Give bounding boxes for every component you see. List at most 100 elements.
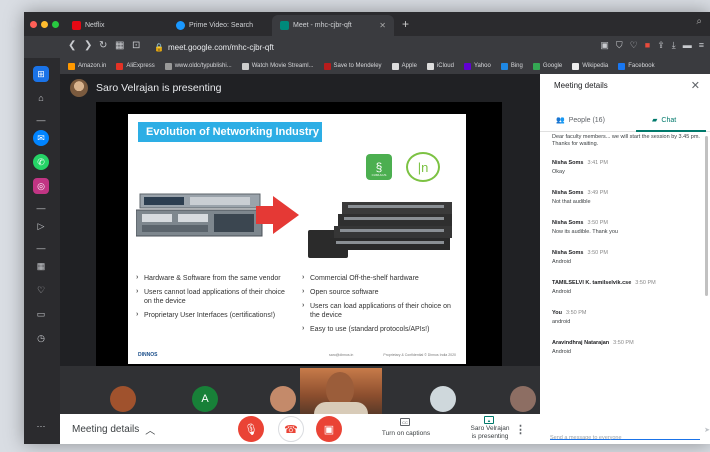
- participant-avatar[interactable]: [430, 386, 456, 412]
- mic-off-button[interactable]: 🎙: [238, 416, 264, 442]
- whatsapp-icon[interactable]: ✆: [33, 154, 49, 170]
- forward-icon[interactable]: ❯: [84, 40, 92, 51]
- new-tab-button[interactable]: +: [402, 17, 409, 31]
- divider-line-2: —: [36, 203, 46, 213]
- menu-icon[interactable]: ≡: [699, 40, 704, 51]
- bookmark-item[interactable]: Save to Mendeley: [323, 62, 382, 70]
- message-time: 3:41 PM: [587, 160, 608, 166]
- battery-icon[interactable]: ▬: [683, 40, 692, 51]
- message-sender: Aravindhraj Natarajan: [552, 340, 610, 346]
- present-icon[interactable]: ▲: [484, 416, 494, 424]
- list-item: Commercial Off-the-shelf hardware: [302, 273, 462, 283]
- camera-off-button[interactable]: ▣: [316, 416, 342, 442]
- message-time: 3:49 PM: [587, 190, 608, 196]
- heart-icon[interactable]: ♡: [630, 40, 638, 51]
- search-tabs-icon[interactable]: ⌕: [696, 16, 702, 27]
- meeting-details-button[interactable]: Meeting details ︿: [72, 422, 155, 437]
- maximize-window-dot[interactable]: [52, 21, 59, 28]
- extensions-grid-icon[interactable]: ▦: [33, 258, 49, 274]
- chat-message: Aravindhraj Natarajan 3:50 PM Android: [552, 340, 702, 356]
- snapshot-icon[interactable]: ⊡: [132, 40, 140, 51]
- message-time: 3:50 PM: [565, 310, 587, 316]
- reload-icon[interactable]: ↻: [99, 40, 107, 51]
- bookmarks-heart-icon[interactable]: ♡: [33, 282, 49, 298]
- message-time: 3:50 PM: [587, 220, 608, 226]
- browser-window: Netflix Prime Video: Search Meet - mhc-c…: [24, 12, 710, 444]
- download-icon[interactable]: ⤓: [672, 40, 676, 51]
- captions-button[interactable]: Turn on captions: [376, 430, 436, 438]
- bookmark-item[interactable]: Wikipedia: [572, 62, 608, 70]
- participant-strip: A: [60, 366, 540, 414]
- bookmark-item[interactable]: Yahoo: [463, 62, 491, 70]
- chat-icon: ▰: [652, 117, 658, 124]
- message-sender: Nisha Soms: [552, 250, 584, 256]
- pinboard-icon[interactable]: ▭: [33, 306, 49, 322]
- bookmark-icon: [426, 62, 434, 70]
- dinnos-logo: DINNOS: [138, 352, 158, 358]
- meeting-controls-bar: Meeting details ︿ 🎙 ☎ ▣ CC Turn on capti…: [60, 414, 540, 444]
- bookmark-item[interactable]: Apple: [391, 62, 417, 70]
- more-icon[interactable]: ⋯: [33, 418, 49, 434]
- share-icon[interactable]: ⇪: [657, 40, 665, 51]
- send-icon[interactable]: ➤: [704, 426, 710, 434]
- close-tab-icon[interactable]: ✕: [379, 21, 386, 30]
- captions-icon[interactable]: CC: [400, 418, 410, 426]
- flow-icon[interactable]: ▷: [33, 218, 49, 234]
- tab-prime-video[interactable]: Prime Video: Search: [168, 15, 270, 36]
- tab-meet[interactable]: Meet - mhc-cjbr-qft ✕: [272, 15, 394, 36]
- tab-label: Netflix: [85, 22, 105, 29]
- history-icon[interactable]: ◷: [33, 330, 49, 346]
- avatar: [70, 79, 88, 97]
- whitebox-switches-image: [308, 202, 452, 258]
- message-header: You 3:50 PM: [552, 310, 702, 316]
- messenger-icon[interactable]: ✉: [33, 130, 49, 146]
- more-options-icon[interactable]: ⋮: [515, 423, 526, 436]
- close-window-dot[interactable]: [30, 21, 37, 28]
- extension-icon[interactable]: ■: [645, 40, 650, 51]
- bookmark-item[interactable]: Amazon.in: [68, 62, 106, 70]
- presenter-video-tile[interactable]: [300, 368, 382, 414]
- message-sender: Nisha Soms: [552, 220, 584, 226]
- bookmark-item[interactable]: Facebook: [618, 62, 655, 70]
- message-header: TAMILSELVI K. tamilselvik.cse 3:50 PM: [552, 280, 702, 286]
- chat-scrollbar[interactable]: [705, 136, 708, 296]
- participant-avatar[interactable]: [110, 386, 136, 412]
- presenter-label: Saro Velrajan is presenting: [70, 79, 222, 97]
- bookmark-label: Watch Movie Streaml...: [251, 63, 314, 69]
- chat-message: Nisha Soms 3:50 PM Now its audible. Thank …: [552, 220, 702, 236]
- bookmarks-bar: Amazon.in AliExpress www.oldc/typublishi..…: [60, 58, 710, 74]
- home-icon[interactable]: ⌂: [33, 90, 49, 106]
- close-icon[interactable]: ✕: [691, 79, 700, 92]
- participant-avatar[interactable]: [270, 386, 296, 412]
- url-text: meet.google.com/mhc-cjbr-qft: [167, 42, 274, 52]
- bookmark-icon: [68, 62, 75, 70]
- tab-netflix[interactable]: Netflix: [64, 15, 166, 36]
- bookmark-icon: [618, 62, 626, 70]
- list-item: Hardware & Software from the same vendor: [136, 273, 286, 283]
- bookmark-item[interactable]: Watch Movie Streaml...: [241, 62, 314, 70]
- speed-dial-icon[interactable]: ⊞: [33, 66, 49, 82]
- message-placeholder[interactable]: Send a message to everyone: [550, 435, 622, 441]
- leave-call-button[interactable]: ☎: [278, 416, 304, 442]
- tabs-grid-icon[interactable]: ▦: [115, 40, 124, 51]
- presenting-button[interactable]: Saro Velrajan is presenting: [464, 425, 516, 441]
- bookmark-item[interactable]: AliExpress: [116, 62, 155, 70]
- bookmark-label: Google: [542, 63, 563, 69]
- message-input[interactable]: Send a message to everyone ➤: [550, 426, 710, 441]
- tab-chat[interactable]: ▰ Chat: [652, 116, 676, 125]
- participant-avatar[interactable]: [510, 386, 536, 412]
- bookmark-item[interactable]: iCloud: [426, 62, 454, 70]
- bookmark-item[interactable]: Google: [532, 62, 563, 70]
- back-icon[interactable]: ❮: [68, 40, 76, 51]
- shield-icon[interactable]: ⛉: [616, 40, 623, 51]
- participant-avatar[interactable]: A: [192, 386, 218, 412]
- camera-off-icon: ▣: [323, 423, 335, 436]
- camera-icon[interactable]: ▣: [600, 40, 609, 51]
- bookmark-item[interactable]: www.oldc/typublishi...: [164, 62, 232, 70]
- tab-people[interactable]: 👥 People (16): [556, 116, 605, 125]
- instagram-icon[interactable]: ◎: [33, 178, 49, 194]
- minimize-window-dot[interactable]: [41, 21, 48, 28]
- hang-up-icon: ☎: [284, 423, 298, 436]
- url-field[interactable]: 🔒 meet.google.com/mhc-cjbr-qft: [154, 39, 604, 55]
- bookmark-item[interactable]: Bing: [500, 62, 523, 70]
